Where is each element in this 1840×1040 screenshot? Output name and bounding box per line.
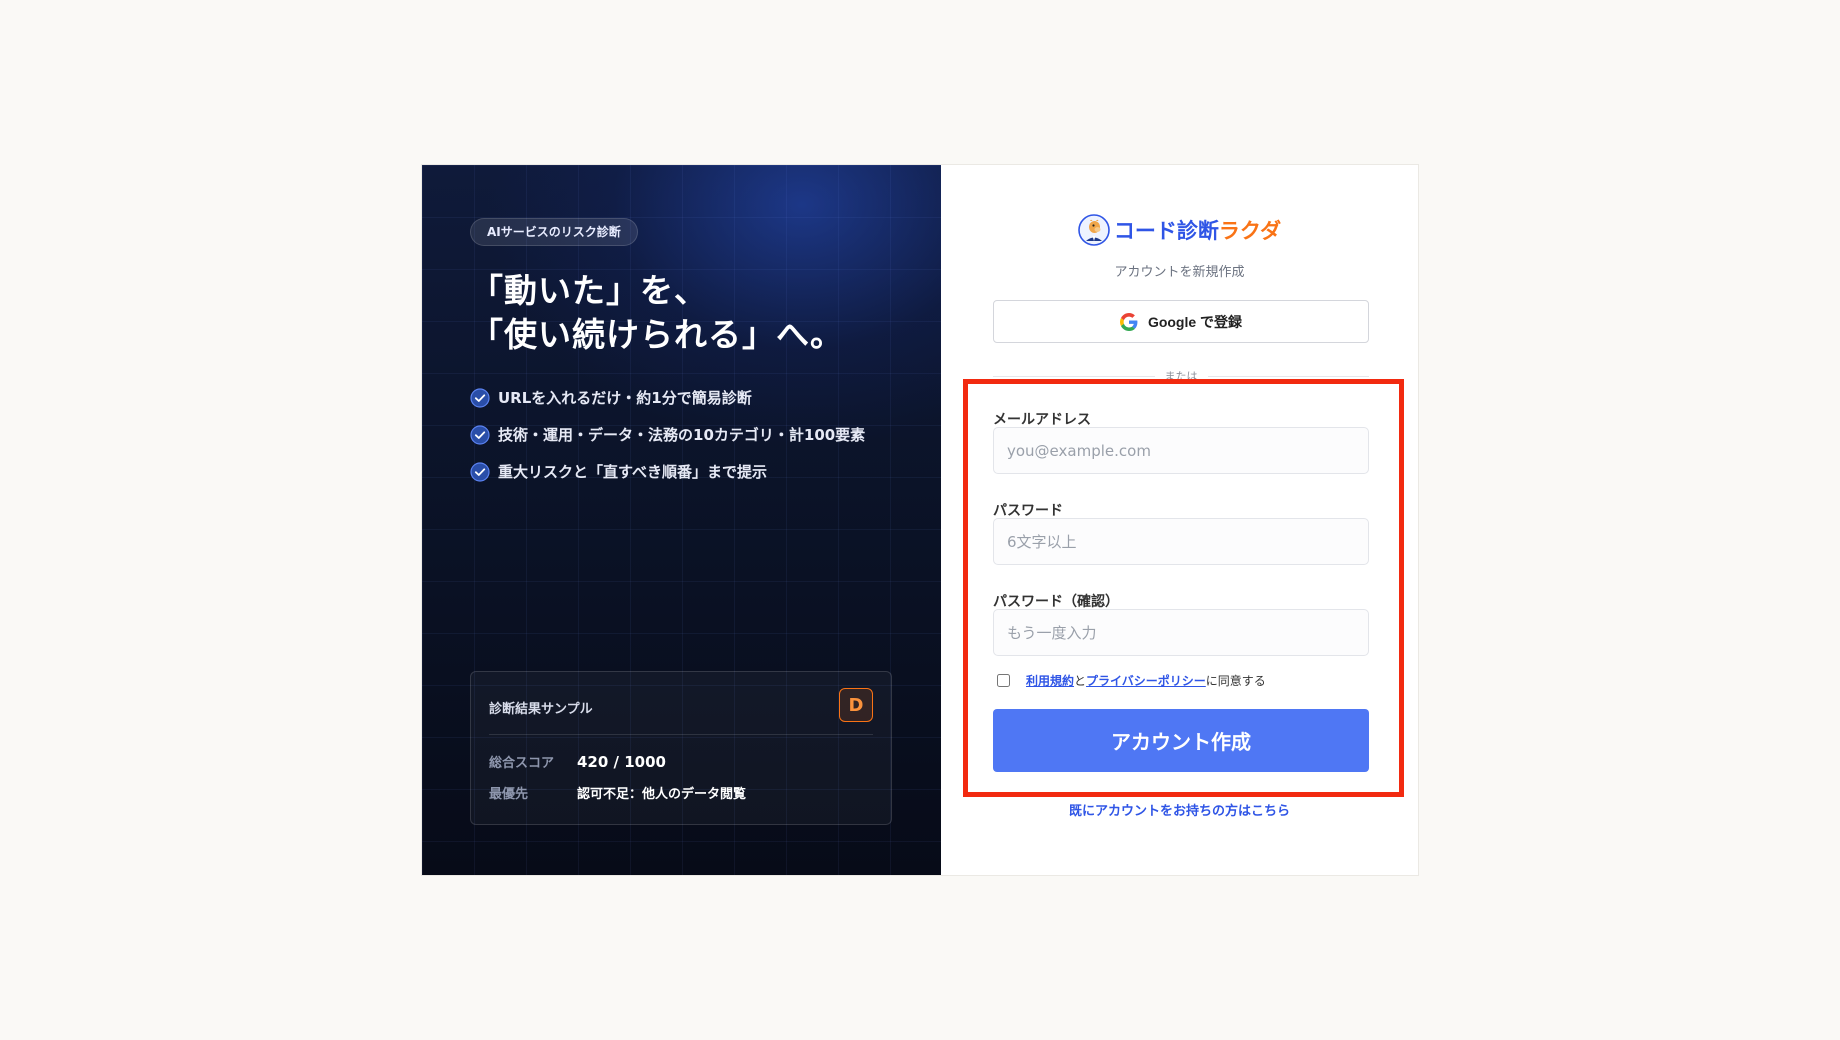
feature-text: 重大リスクと「直すべき順番」まで提示 — [498, 463, 767, 481]
signup-form-panel: コード診断ラクダ アカウントを新規作成 Google で登録 または メールアド… — [941, 165, 1418, 875]
google-signup-button[interactable]: Google で登録 — [993, 300, 1369, 343]
create-account-button[interactable]: アカウント作成 — [993, 709, 1369, 772]
sample-result-card: 診断結果サンプル D 総合スコア 420 / 1000 最優先 認可不足：他人の… — [470, 671, 892, 825]
check-circle-icon — [470, 461, 490, 482]
score-label: 総合スコア — [489, 756, 555, 771]
check-circle-icon — [470, 424, 490, 445]
feature-item: 重大リスクと「直すべき順番」まで提示 — [470, 453, 865, 490]
google-g-icon — [1119, 312, 1138, 331]
terms-checkbox[interactable] — [997, 674, 1010, 687]
hero-headline-line2: 「使い続けられる」へ。 — [470, 315, 844, 354]
hero-headline-line1: 「動いた」を、 — [470, 271, 708, 310]
hero-badge: AIサービスのリスク診断 — [470, 218, 638, 246]
brand-name-part1: コード診断 — [1113, 219, 1219, 243]
sample-title: 診断結果サンプル — [489, 702, 593, 717]
form-subtitle: アカウントを新規作成 — [1114, 265, 1245, 280]
score-row: 総合スコア 420 / 1000 — [489, 752, 666, 772]
grade-badge: D — [839, 688, 873, 722]
password-field[interactable] — [993, 518, 1369, 565]
sample-divider — [489, 734, 873, 735]
password-confirm-label: パスワード（確認） — [993, 594, 1119, 610]
brand-name: コード診断ラクダ — [1114, 215, 1281, 245]
feature-item: URLを入れるだけ・約1分で簡易診断 — [470, 379, 865, 416]
email-label: メールアドレス — [993, 412, 1091, 428]
feature-text: URLを入れるだけ・約1分で簡易診断 — [498, 389, 752, 407]
feature-item: 技術・運用・データ・法務の10カテゴリ・計100要素 — [470, 416, 865, 453]
divider-line — [993, 375, 1155, 377]
hero-headline: 「動いた」を、 「使い続けられる」へ。 — [470, 269, 910, 357]
signup-card: AIサービスのリスク診断 「動いた」を、 「使い続けられる」へ。 URLを入れる… — [421, 164, 1419, 876]
feature-list: URLを入れるだけ・約1分で簡易診断 技術・運用・データ・法務の10カテゴリ・計… — [470, 379, 865, 490]
email-field[interactable] — [993, 427, 1369, 474]
terms-and-text: と — [1074, 674, 1087, 688]
privacy-policy-link[interactable]: プライバシーポリシー — [1086, 672, 1206, 689]
camel-mascot-icon — [1078, 214, 1110, 246]
hero-panel: AIサービスのリスク診断 「動いた」を、 「使い続けられる」へ。 URLを入れる… — [422, 165, 941, 875]
check-circle-icon — [470, 387, 490, 408]
password-confirm-field[interactable] — [993, 609, 1369, 656]
priority-label: 最優先 — [489, 787, 529, 802]
divider-line — [1207, 375, 1369, 377]
terms-link[interactable]: 利用規約 — [1026, 672, 1074, 689]
google-button-label: Google で登録 — [1147, 313, 1243, 330]
terms-suffix-text: に同意する — [1205, 674, 1266, 688]
password-label: パスワード — [993, 503, 1063, 519]
feature-text: 技術・運用・データ・法務の10カテゴリ・計100要素 — [498, 426, 866, 444]
priority-value: 認可不足：他人のデータ閲覧 — [577, 787, 747, 802]
brand-header: コード診断ラクダ — [941, 214, 1418, 246]
score-value: 420 / 1000 — [577, 752, 666, 771]
or-divider: または — [993, 368, 1369, 384]
terms-agreement: 利用規約とプライバシーポリシー に同意する — [997, 672, 1266, 689]
or-divider-text: または — [1164, 370, 1198, 383]
priority-row: 最優先 認可不足：他人のデータ閲覧 — [489, 783, 746, 802]
brand-name-part2: ラクダ — [1218, 219, 1282, 243]
login-link[interactable]: 既にアカウントをお持ちの方はこちら — [941, 800, 1418, 819]
